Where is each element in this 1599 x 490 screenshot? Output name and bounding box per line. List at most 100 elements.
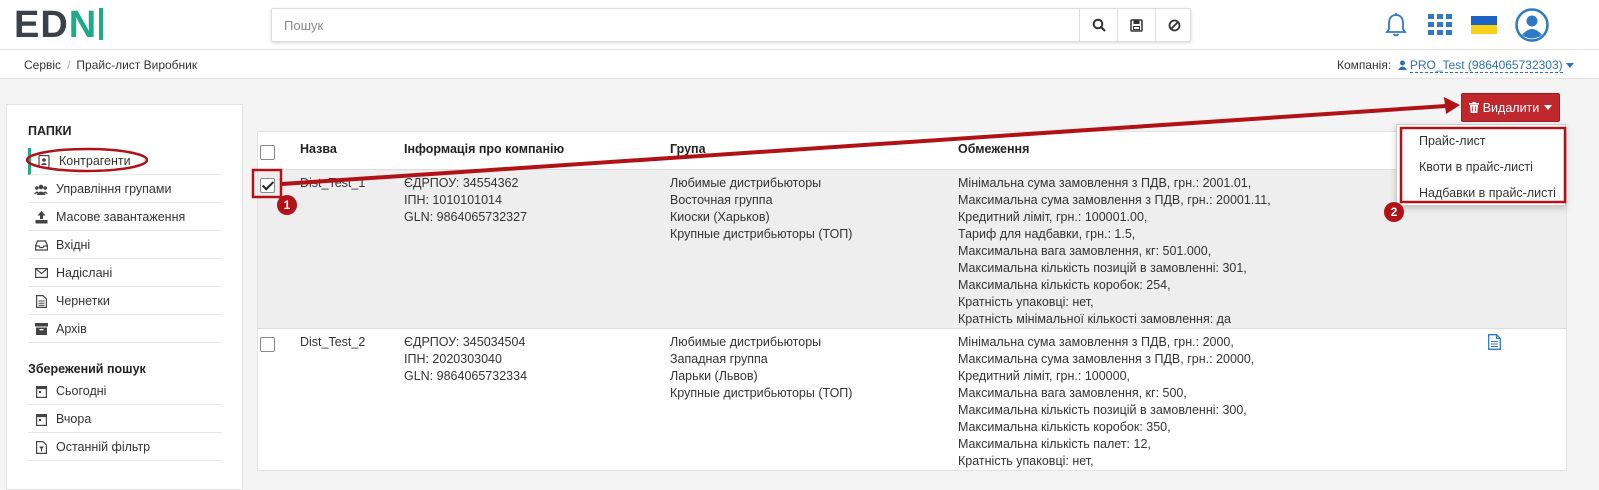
info-line: GLN: 9864065732327 (404, 210, 528, 224)
breadcrumb: Сервіс / Прайс-лист Виробник (24, 58, 198, 72)
row-name[interactable]: Dist_Test_2 (300, 334, 365, 351)
calendar-icon (34, 384, 48, 398)
limit-line: Максимальна сума замовлення з ПДВ, грн.:… (958, 352, 1255, 366)
info-line: ЄДРПОУ: 34554362 (404, 176, 519, 190)
menu-item-price-quotas[interactable]: Квоти в прайс-листі (1419, 160, 1533, 174)
search-box (271, 8, 1191, 42)
sidebar-item-contractors[interactable]: Контрагенти (28, 148, 222, 175)
sidebar-item-label: Чернетки (56, 294, 110, 308)
saved-search-title: Збережений пошук (28, 362, 146, 376)
table-row[interactable]: Dist_Test_2 ЄДРПОУ: 345034504 ІПН: 20203… (258, 328, 1566, 470)
language-button[interactable] (1469, 10, 1499, 40)
group-line: Киоски (Харьков) (670, 210, 770, 224)
limit-line: Максимальна вага замовлення, кг: 500, (958, 386, 1187, 400)
sidebar-item-bulk-upload[interactable]: Масове завантаження (28, 204, 222, 231)
row-limits: Мінімальна сума замовлення з ПДВ, грн.: … (958, 175, 1271, 328)
sidebar-item-label: Управління групами (56, 182, 172, 196)
column-header-group[interactable]: Група (670, 142, 706, 156)
caret-down-icon (1544, 105, 1553, 110)
sidebar-item-label: Надіслані (56, 266, 113, 280)
limit-line: Кратність мінімальної кількості замовлен… (958, 312, 1231, 326)
row-checkbox[interactable] (260, 178, 275, 193)
saved-item-today[interactable]: Сьогодні (28, 378, 222, 405)
limit-line: Мінімальна сума замовлення з ПДВ, грн.: … (958, 335, 1234, 349)
contractors-table: Назва Інформація про компанію Група Обме… (257, 131, 1567, 471)
apps-button[interactable] (1425, 10, 1455, 40)
company-selector[interactable]: Компанія: PRO_Test (9864065732303) (1337, 58, 1574, 73)
envelope-icon (34, 266, 48, 280)
group-line: Крупные дистрибьюторы (ТОП) (670, 386, 853, 400)
row-company-info: ЄДРПОУ: 345034504 ІПН: 2020303040 GLN: 9… (404, 334, 527, 385)
row-limits: Мінімальна сума замовлення з ПДВ, грн.: … (958, 334, 1254, 470)
inbox-icon (34, 238, 48, 252)
info-line: ЄДРПОУ: 345034504 (404, 335, 526, 349)
saved-item-label: Вчора (56, 412, 92, 426)
sidebar-item-label: Архів (56, 322, 87, 336)
clear-icon (1168, 19, 1181, 31)
breadcrumb-current: Прайс-лист Виробник (76, 58, 198, 72)
annotation-badge-2: 2 (1384, 202, 1404, 222)
sidebar: ПАПКИ Контрагенти Управління групами Мас… (6, 104, 243, 490)
delete-button[interactable]: Видалити (1461, 93, 1560, 122)
group-line: Ларьки (Львов) (670, 369, 758, 383)
limit-line: Тариф для надбавки, грн.: 1.5, (958, 227, 1136, 241)
user-menu-button[interactable] (1514, 7, 1550, 43)
sidebar-item-group-management[interactable]: Управління групами (28, 176, 222, 203)
row-groups: Любимые дистрибьюторы Западная группа Ла… (670, 334, 852, 402)
document-icon[interactable] (1488, 334, 1501, 353)
trash-icon (1468, 102, 1479, 113)
limit-line: Кредитний ліміт, грн.: 100001.00, (958, 210, 1148, 224)
ukraine-flag-icon (1471, 16, 1497, 34)
sidebar-item-sent[interactable]: Надіслані (28, 260, 222, 287)
search-button[interactable] (1079, 9, 1117, 41)
limit-line: Мінімальна сума замовлення з ПДВ, грн.: … (958, 176, 1252, 190)
select-all-checkbox[interactable] (260, 145, 275, 160)
group-line: Крупные дистрибьюторы (ТОП) (670, 227, 853, 241)
limit-line: Кредитний ліміт, грн.: 100000, (958, 369, 1130, 383)
caret-down-icon (1566, 63, 1574, 68)
row-name[interactable]: Dist_Test_1 (300, 175, 365, 192)
info-line: ІПН: 1010101014 (404, 193, 502, 207)
saved-item-yesterday[interactable]: Вчора (28, 406, 222, 433)
save-search-button[interactable] (1117, 9, 1155, 41)
sidebar-item-label: Масове завантаження (56, 210, 186, 224)
upload-icon (34, 210, 48, 224)
menu-item-price-markups[interactable]: Надбавки в прайс-листі (1419, 186, 1556, 200)
calendar-icon (34, 412, 48, 426)
row-checkbox[interactable] (260, 337, 275, 352)
sidebar-item-label: Вхідні (56, 238, 91, 252)
delete-button-label: Видалити (1482, 100, 1540, 115)
sidebar-item-drafts[interactable]: Чернетки (28, 288, 222, 315)
sidebar-item-archive[interactable]: Архів (28, 316, 222, 343)
column-header-limits[interactable]: Обмеження (958, 142, 1029, 156)
archive-icon (34, 322, 48, 336)
bell-icon (1385, 13, 1407, 37)
sidebar-item-inbox[interactable]: Вхідні (28, 232, 222, 259)
info-line: ІПН: 2020303040 (404, 352, 502, 366)
limit-line: Максимальна кількість коробок: 254, (958, 278, 1171, 292)
clear-search-button[interactable] (1155, 9, 1193, 41)
company-value[interactable]: PRO_Test (9864065732303) (1409, 58, 1563, 73)
column-header-name[interactable]: Назва (300, 142, 337, 156)
limit-line: Максимальна сума замовлення з ПДВ, грн.:… (958, 193, 1271, 207)
row-groups: Любимые дистрибьюторы Восточная группа К… (670, 175, 852, 243)
limit-line: Максимальна кількість позицій в замовлен… (958, 261, 1247, 275)
group-line: Западная группа (670, 352, 768, 366)
notifications-button[interactable] (1381, 10, 1411, 40)
top-bar: EDN (0, 0, 1599, 50)
saved-item-label: Сьогодні (56, 384, 107, 398)
saved-item-label: Останній фільтр (56, 440, 151, 454)
column-header-company-info[interactable]: Інформація про компанію (404, 142, 564, 156)
user-avatar-icon (1515, 8, 1549, 42)
saved-item-last-filter[interactable]: Останній фільтр (28, 434, 222, 461)
breadcrumb-service[interactable]: Сервіс (24, 58, 61, 72)
limit-line: Максимальна вага замовлення, кг: 501.000… (958, 244, 1212, 258)
table-row[interactable]: Dist_Test_1 ЄДРПОУ: 34554362 ІПН: 101010… (258, 169, 1566, 328)
search-input[interactable] (272, 9, 1078, 41)
search-icon (1092, 18, 1106, 32)
row-company-info: ЄДРПОУ: 34554362 ІПН: 1010101014 GLN: 98… (404, 175, 527, 226)
annotation-arrow-head (1444, 97, 1460, 114)
menu-item-price-list[interactable]: Прайс-лист (1419, 134, 1486, 148)
group-line: Любимые дистрибьюторы (670, 335, 822, 349)
edin-logo[interactable]: EDN (14, 6, 104, 44)
